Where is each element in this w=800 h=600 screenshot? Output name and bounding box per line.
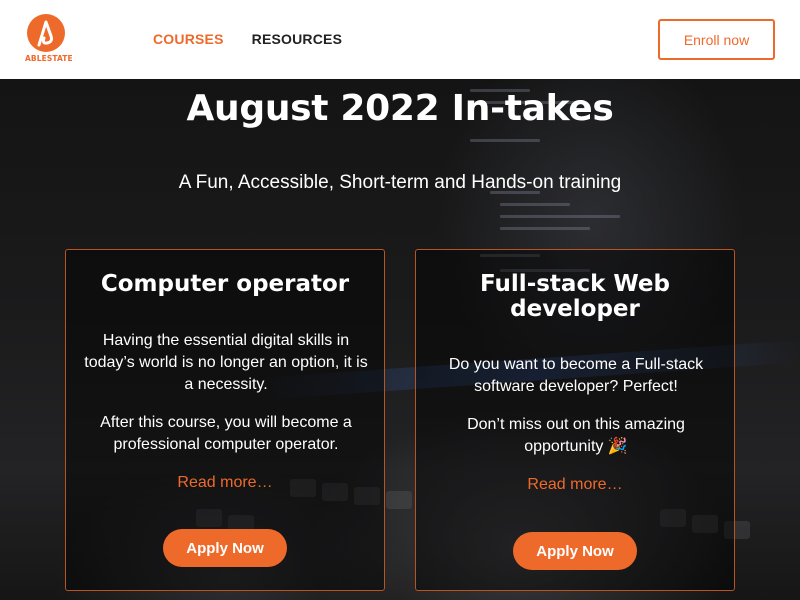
nav-resources[interactable]: RESOURCES [252,31,342,47]
read-more-link[interactable]: Read more… [66,474,384,492]
course-card-computer-operator: Computer operator Having the essential d… [65,249,385,591]
hero-subtitle: A Fun, Accessible, Short-term and Hands-… [178,172,622,193]
code-line [500,215,620,218]
logo-text: ABLESTATE [25,54,73,63]
apply-now-button[interactable]: Apply Now [513,532,637,570]
nav-courses[interactable]: COURSES [153,31,224,47]
hero-title: August 2022 In-takes [186,88,614,129]
main-nav: COURSES RESOURCES [153,31,342,47]
logo-mark-icon [27,14,65,52]
code-line [500,203,570,206]
card-description: Having the essential digital skills in t… [84,332,368,393]
keyboard-key [386,491,412,509]
apply-now-button[interactable]: Apply Now [163,529,287,567]
site-header: ABLESTATE COURSES RESOURCES Enroll now [0,0,800,79]
card-title: Full-stack Web developer [479,271,670,322]
enroll-now-button[interactable]: Enroll now [658,19,775,60]
code-line [500,227,590,230]
card-description: Don’t miss out on this amazing opportuni… [467,416,685,455]
card-description: Do you want to become a Full-stack softw… [448,356,704,395]
code-line [470,139,540,142]
card-description: After this course, you will become a pro… [100,414,352,453]
card-title: Computer operator [100,271,350,297]
ablestate-logo[interactable]: ABLESTATE [25,14,73,64]
course-card-fullstack-web-developer: Full-stack Web developer Do you want to … [415,249,735,591]
read-more-link[interactable]: Read more… [416,476,734,494]
